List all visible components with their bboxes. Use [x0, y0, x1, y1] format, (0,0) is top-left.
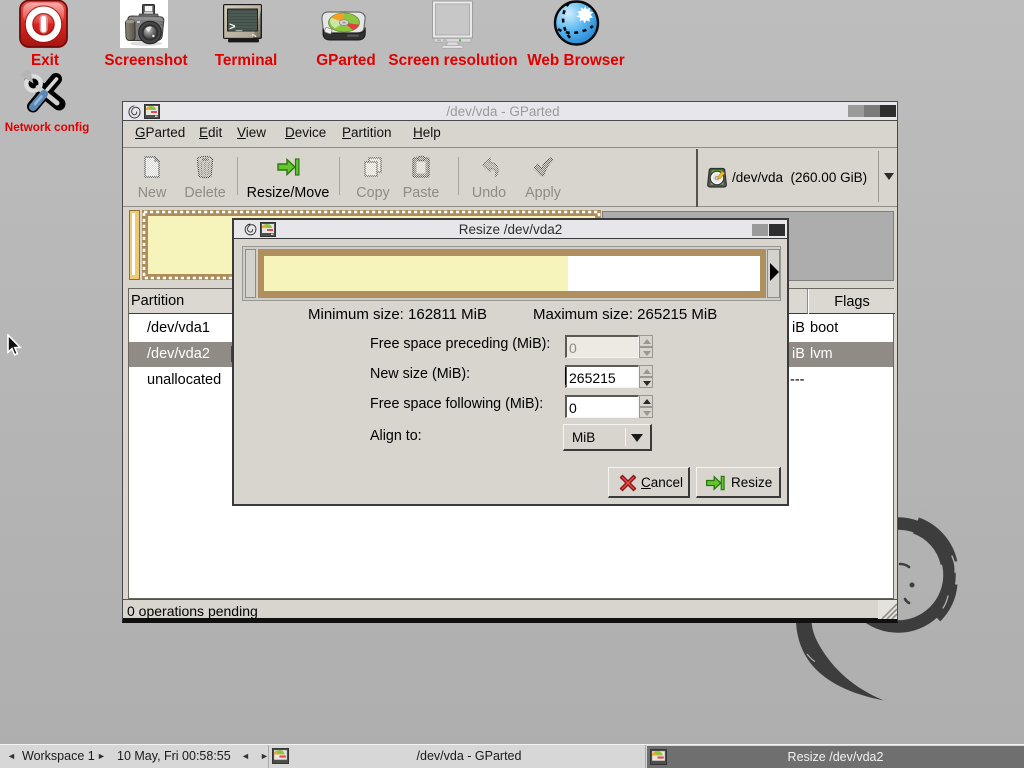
- svg-text:>_: >_: [229, 22, 243, 34]
